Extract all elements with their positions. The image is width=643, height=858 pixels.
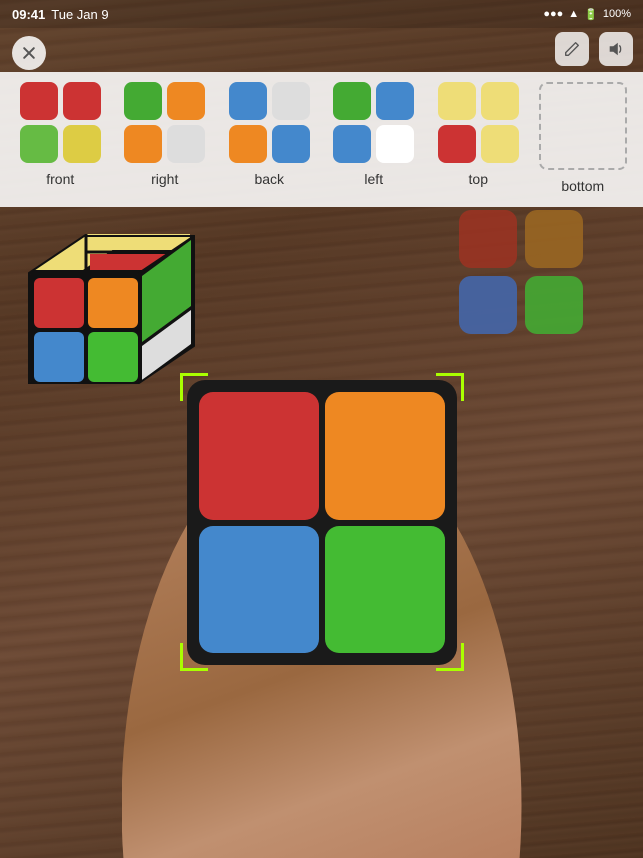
close-icon <box>21 45 37 61</box>
physical-cell-tr <box>325 392 445 520</box>
back-color-0[interactable] <box>229 82 267 120</box>
physical-cell-tl <box>199 392 319 520</box>
bottom-colors[interactable] <box>539 82 627 170</box>
left-label: left <box>364 171 383 187</box>
detected-red-brown <box>459 210 517 268</box>
detected-blue <box>459 276 517 334</box>
top-label: top <box>469 171 488 187</box>
detected-colors-panel <box>459 210 583 334</box>
right-color-0[interactable] <box>124 82 162 120</box>
status-icons: ●●● ▲ 🔋 100% <box>543 8 631 21</box>
back-color-1[interactable] <box>272 82 310 120</box>
back-color-2[interactable] <box>229 125 267 163</box>
cube-svg <box>14 218 204 403</box>
sound-icon <box>607 40 625 58</box>
left-color-0[interactable] <box>333 82 371 120</box>
face-front: front <box>8 82 113 187</box>
right-color-3[interactable] <box>167 125 205 163</box>
wifi-icon: ▲ <box>568 8 579 20</box>
right-colors <box>124 82 205 163</box>
edit-button[interactable] <box>555 32 589 66</box>
front-colors <box>20 82 101 163</box>
face-bottom: bottom <box>531 82 636 194</box>
edit-icon <box>563 40 581 58</box>
front-color-3[interactable] <box>63 125 101 163</box>
status-bar: 09:41 Tue Jan 9 ●●● ▲ 🔋 100% <box>0 0 643 28</box>
status-date: Tue Jan 9 <box>51 7 108 22</box>
left-color-1[interactable] <box>376 82 414 120</box>
detected-brown <box>525 210 583 268</box>
top-colors <box>438 82 519 163</box>
top-color-3[interactable] <box>481 125 519 163</box>
battery-icon: 🔋 <box>584 8 598 21</box>
battery-percent: 100% <box>603 8 631 20</box>
front-color-2[interactable] <box>20 125 58 163</box>
face-back: back <box>217 82 322 187</box>
detected-green <box>525 276 583 334</box>
back-color-3[interactable] <box>272 125 310 163</box>
cube-diagram <box>14 218 204 403</box>
front-color-1[interactable] <box>63 82 101 120</box>
physical-cell-bl <box>199 526 319 654</box>
back-colors <box>229 82 310 163</box>
face-selector-panel: front right back left <box>0 72 643 207</box>
close-button[interactable] <box>12 36 46 70</box>
status-time: 09:41 <box>12 7 45 22</box>
bottom-label: bottom <box>561 178 604 194</box>
right-color-2[interactable] <box>124 125 162 163</box>
right-label: right <box>151 171 178 187</box>
signal-icon: ●●● <box>543 8 563 20</box>
detected-row-1 <box>459 210 583 268</box>
detected-row-2 <box>459 276 583 334</box>
front-color-0[interactable] <box>20 82 58 120</box>
front-label: front <box>46 171 74 187</box>
face-left: left <box>322 82 427 187</box>
physical-cube <box>187 380 457 665</box>
top-color-0[interactable] <box>438 82 476 120</box>
left-color-3[interactable] <box>376 125 414 163</box>
back-label: back <box>254 171 284 187</box>
left-color-2[interactable] <box>333 125 371 163</box>
left-colors <box>333 82 414 163</box>
right-color-1[interactable] <box>167 82 205 120</box>
top-color-2[interactable] <box>438 125 476 163</box>
top-right-controls <box>555 32 633 66</box>
face-top: top <box>426 82 531 187</box>
physical-cell-br <box>325 526 445 654</box>
sound-button[interactable] <box>599 32 633 66</box>
face-right: right <box>113 82 218 187</box>
top-color-1[interactable] <box>481 82 519 120</box>
